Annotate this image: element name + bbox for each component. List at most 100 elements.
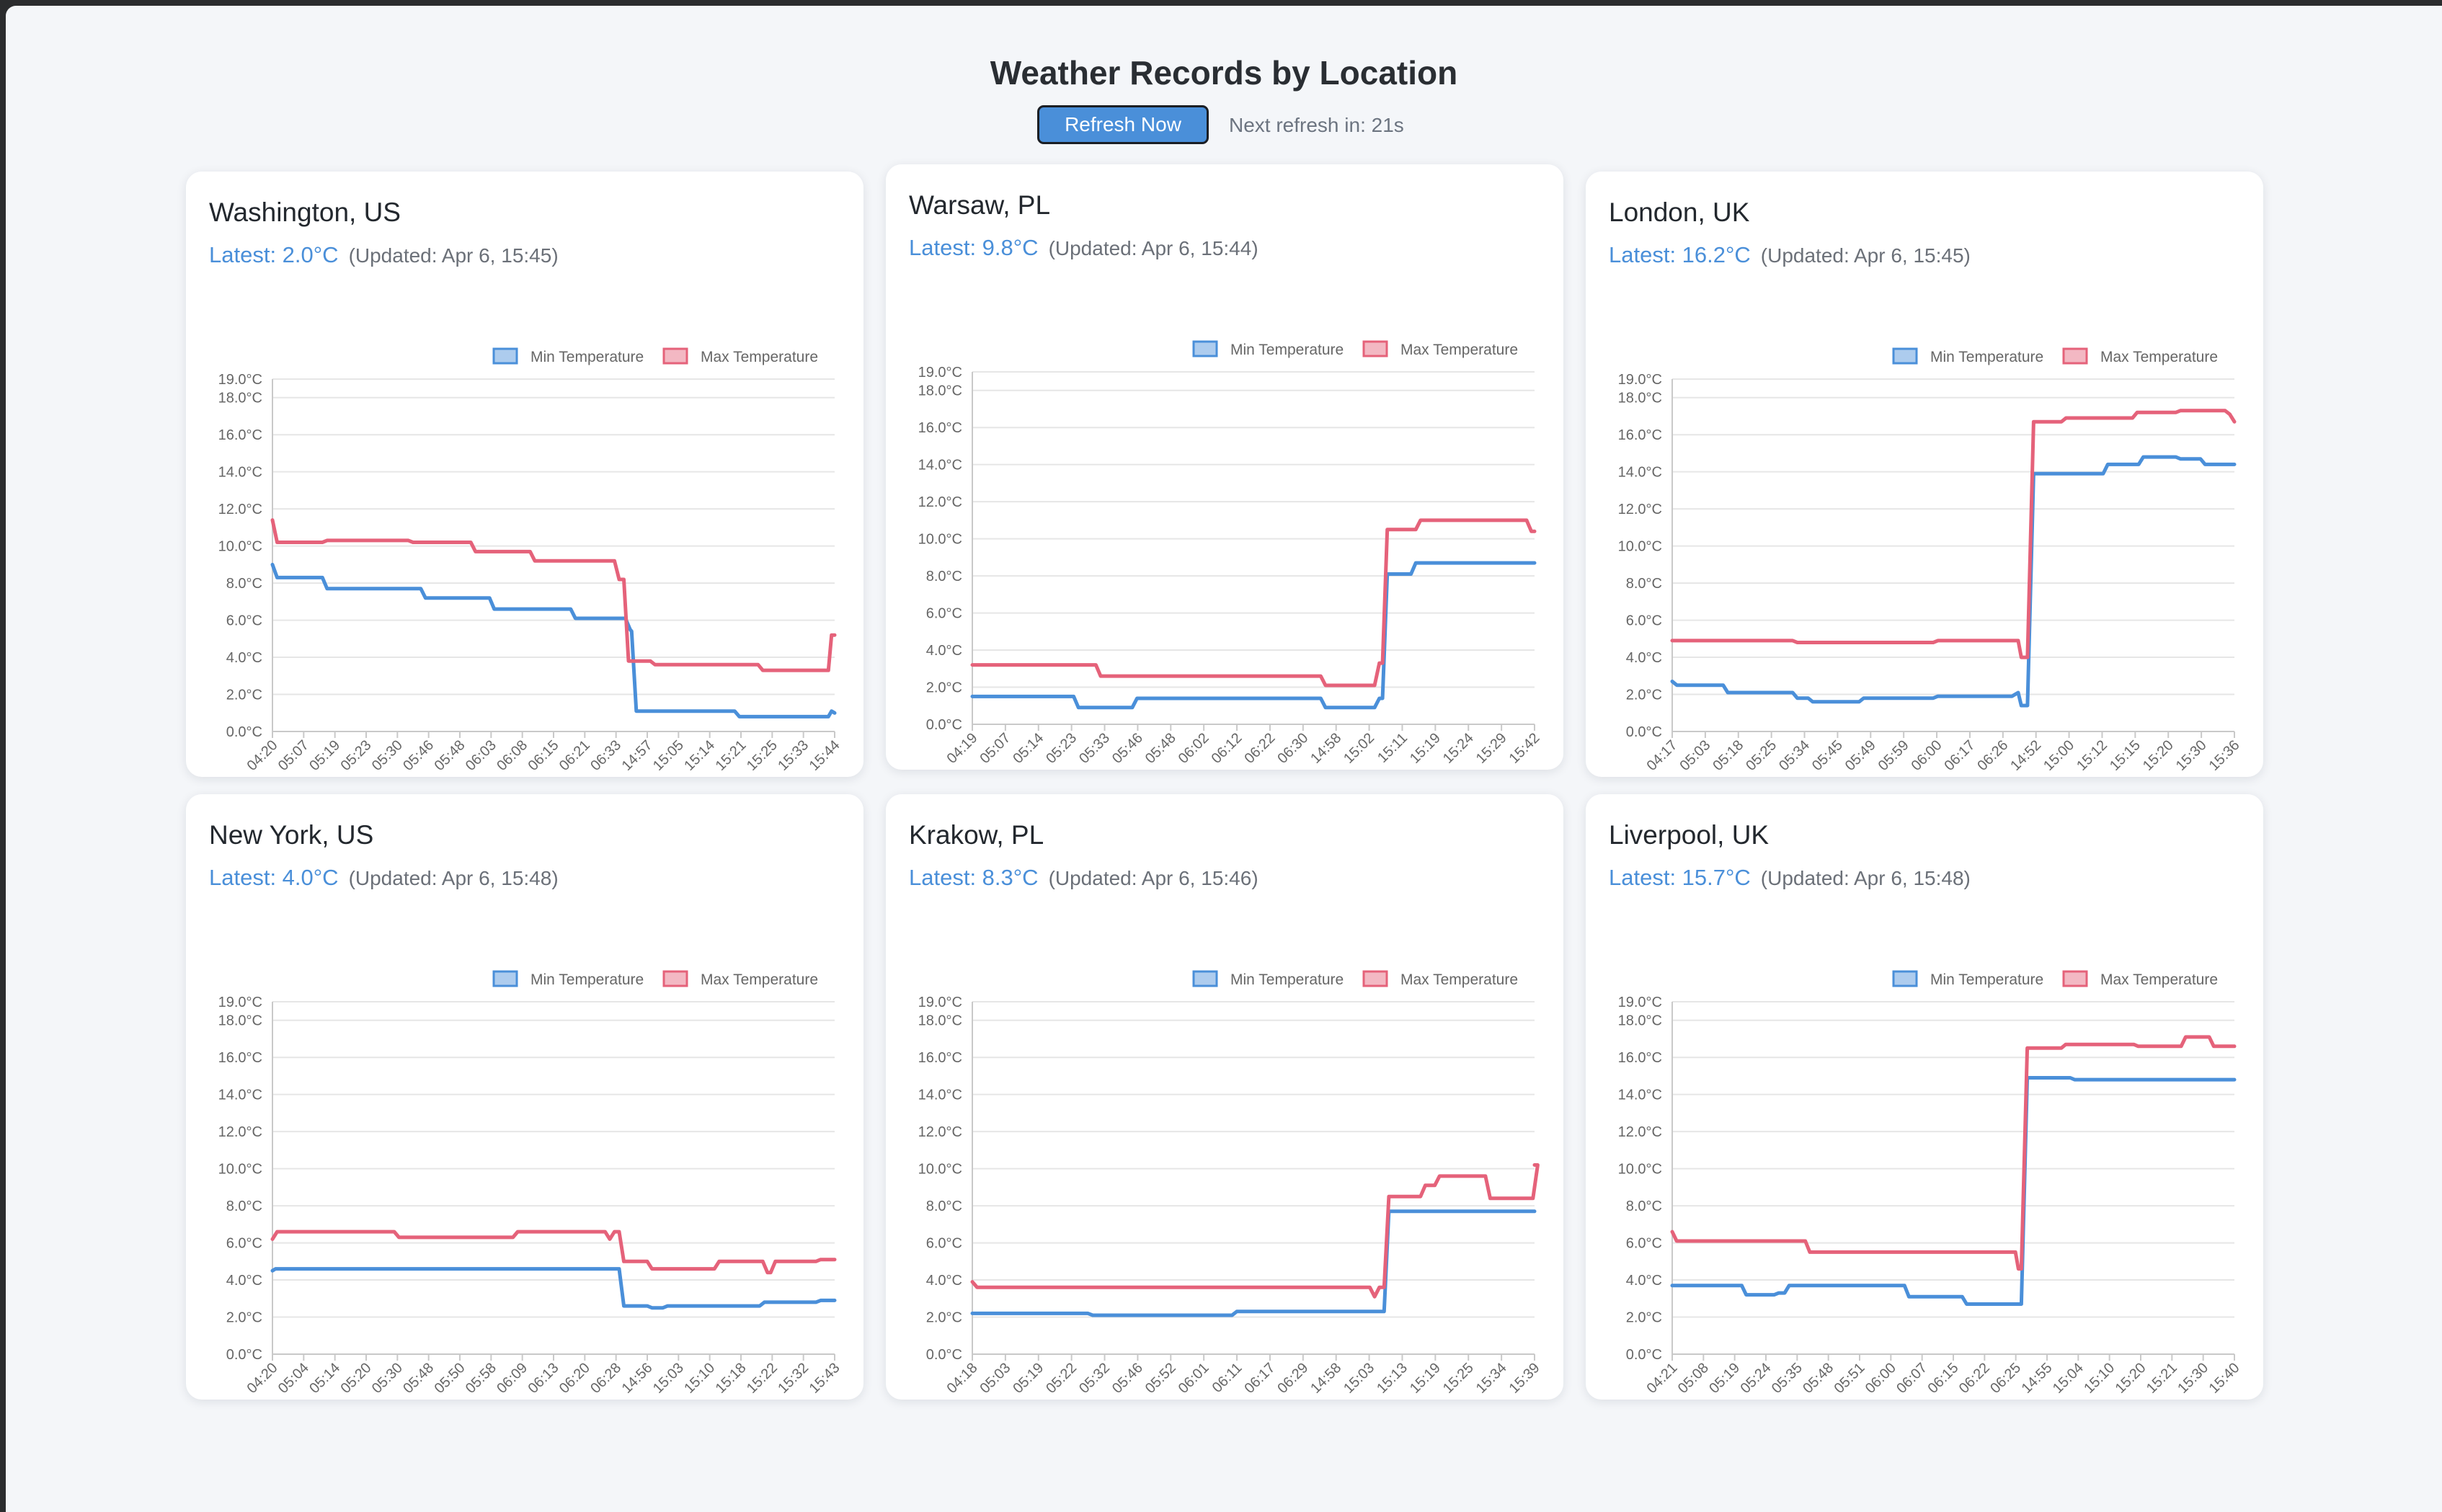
updated-timestamp: (Updated: Apr 6, 15:48) xyxy=(348,867,559,889)
series-line-min-temperature xyxy=(270,1267,837,1310)
chart-plot-area: Min Temperature Max Temperature 0.0°C 2.0°C… xyxy=(218,347,843,774)
y-tick-label: 12.0°C xyxy=(918,494,962,510)
chart-legend: Min Temperature Max Temperature xyxy=(492,970,818,988)
x-tick-label: 05:48 xyxy=(1142,730,1179,767)
x-tick-label: 05:52 xyxy=(1142,1360,1179,1397)
latest-reading: Latest: 4.0°C (Updated: Apr 6, 15:48) xyxy=(209,865,559,891)
legend-swatch-max xyxy=(662,347,688,365)
chart-plot-area: Min Temperature Max Temperature 0.0°C 2.0°C… xyxy=(918,970,1543,1397)
legend-label-max: Max Temperature xyxy=(2100,971,2218,988)
chart-plot-area: Min Temperature Max Temperature 0.0°C 2.0°C… xyxy=(218,970,843,1397)
y-tick-label: 18.0°C xyxy=(918,1013,962,1029)
x-tick-label: 04:19 xyxy=(944,730,981,767)
y-tick-label: 19.0°C xyxy=(918,995,962,1010)
x-tick-label: 15:14 xyxy=(681,737,718,774)
latest-temperature: Latest: 16.2°C xyxy=(1609,242,1751,267)
legend-label-min: Min Temperature xyxy=(530,971,644,988)
y-tick-label: 12.0°C xyxy=(1618,1124,1662,1140)
x-tick-label: 14:52 xyxy=(2007,737,2044,774)
x-tick-label: 06:11 xyxy=(1209,1360,1246,1396)
y-tick-label: 14.0°C xyxy=(218,1088,262,1103)
y-tick-label: 14.0°C xyxy=(1618,1088,1662,1103)
y-tick-label: 8.0°C xyxy=(226,1199,262,1214)
latest-temperature: Latest: 8.3°C xyxy=(909,865,1039,890)
x-tick-label: 15:03 xyxy=(650,1360,687,1397)
x-tick-label: 05:46 xyxy=(1109,1360,1146,1397)
x-tick-label: 15:03 xyxy=(1341,1360,1377,1397)
temperature-chart: Min Temperature Max Temperature 0.0°C 2.0°C… xyxy=(918,340,1543,767)
chart-plot-area: Min Temperature Max Temperature 0.0°C 2.0°C… xyxy=(1618,347,2243,774)
x-tick-label: 15:13 xyxy=(1374,1360,1411,1397)
y-tick-label: 18.0°C xyxy=(918,383,962,399)
x-tick-label: 05:22 xyxy=(1043,1360,1080,1397)
x-tick-label: 04:18 xyxy=(944,1360,981,1397)
chart-plot-area: Min Temperature Max Temperature 0.0°C 2.0°C… xyxy=(1618,970,2243,1397)
x-tick-label: 05:08 xyxy=(1675,1360,1712,1397)
chart-legend: Min Temperature Max Temperature xyxy=(1192,970,1518,988)
y-tick-label: 6.0°C xyxy=(1626,613,1662,629)
x-tick-label: 05:20 xyxy=(338,1360,375,1397)
y-tick-label: 2.0°C xyxy=(926,1310,962,1326)
x-tick-label: 15:42 xyxy=(1506,730,1543,767)
y-tick-label: 2.0°C xyxy=(226,1310,262,1326)
y-tick-label: 10.0°C xyxy=(218,1162,262,1178)
chart-plot-area: Min Temperature Max Temperature 0.0°C 2.0°C… xyxy=(918,340,1543,767)
location-name: New York, US xyxy=(209,820,374,850)
x-tick-label: 15:24 xyxy=(1440,730,1477,767)
x-tick-label: 05:25 xyxy=(1743,737,1780,774)
updated-timestamp: (Updated: Apr 6, 15:45) xyxy=(1760,244,1971,267)
legend-swatch-min xyxy=(1192,340,1218,357)
y-tick-label: 12.0°C xyxy=(1618,502,1662,517)
location-card-krakow: Krakow, PL Latest: 8.3°C (Updated: Apr 6,… xyxy=(886,794,1563,1400)
x-tick-label: 06:20 xyxy=(556,1360,593,1397)
y-tick-label: 19.0°C xyxy=(218,995,262,1010)
x-tick-label: 05:18 xyxy=(1710,737,1746,774)
legend-swatch-max xyxy=(1362,970,1388,987)
x-tick-label: 14:58 xyxy=(1307,1360,1344,1397)
legend-swatch-max xyxy=(1362,340,1388,357)
legend-swatch-min xyxy=(492,970,518,987)
y-tick-label: 6.0°C xyxy=(1626,1236,1662,1252)
y-tick-label: 6.0°C xyxy=(926,606,962,622)
x-tick-label: 15:04 xyxy=(2050,1360,2087,1397)
x-tick-label: 06:03 xyxy=(463,737,500,774)
x-tick-label: 15:34 xyxy=(1473,1360,1510,1397)
x-tick-label: 15:19 xyxy=(1407,1360,1444,1397)
x-tick-label: 04:21 xyxy=(1644,1360,1681,1397)
y-tick-label: 16.0°C xyxy=(1618,427,1662,443)
x-tick-label: 15:10 xyxy=(2081,1360,2118,1397)
x-tick-label: 05:59 xyxy=(1875,737,1912,774)
updated-timestamp: (Updated: Apr 6, 15:44) xyxy=(1048,237,1258,259)
x-tick-label: 05:23 xyxy=(1043,730,1080,767)
chart-legend: Min Temperature Max Temperature xyxy=(1892,970,2218,988)
y-tick-label: 19.0°C xyxy=(1618,372,1662,388)
x-tick-label: 06:22 xyxy=(1242,730,1279,767)
location-name: London, UK xyxy=(1609,197,1750,227)
x-tick-label: 15:29 xyxy=(1473,730,1510,767)
legend-swatch-min xyxy=(1892,347,1918,365)
x-tick-label: 05:48 xyxy=(400,1360,437,1397)
x-tick-label: 05:07 xyxy=(275,737,312,774)
y-tick-label: 16.0°C xyxy=(1618,1050,1662,1066)
x-tick-label: 05:30 xyxy=(369,1360,406,1397)
refresh-now-button[interactable]: Refresh Now xyxy=(1037,105,1209,144)
x-tick-label: 05:51 xyxy=(1832,1360,1868,1397)
x-tick-label: 06:22 xyxy=(1956,1360,1993,1397)
y-tick-label: 16.0°C xyxy=(918,420,962,436)
x-tick-label: 15:39 xyxy=(1506,1360,1543,1397)
x-tick-label: 05:07 xyxy=(977,730,1013,767)
x-tick-label: 06:01 xyxy=(1176,1360,1212,1397)
y-tick-label: 0.0°C xyxy=(926,1347,962,1363)
temperature-chart: Min Temperature Max Temperature 0.0°C 2.0°C… xyxy=(918,970,1543,1397)
x-tick-label: 15:18 xyxy=(713,1360,750,1397)
series-line-min-temperature xyxy=(1670,1076,2237,1306)
temperature-chart: Min Temperature Max Temperature 0.0°C 2.0°C… xyxy=(1618,347,2243,774)
x-tick-label: 15:36 xyxy=(2206,737,2243,774)
y-tick-label: 18.0°C xyxy=(218,1013,262,1029)
y-tick-label: 8.0°C xyxy=(226,576,262,592)
y-tick-label: 0.0°C xyxy=(226,1347,262,1363)
latest-reading: Latest: 15.7°C (Updated: Apr 6, 15:48) xyxy=(1609,865,1971,891)
x-tick-label: 05:32 xyxy=(1076,1360,1113,1397)
location-card-london: London, UK Latest: 16.2°C (Updated: Apr 6… xyxy=(1586,172,2263,777)
y-tick-label: 8.0°C xyxy=(1626,1199,1662,1214)
